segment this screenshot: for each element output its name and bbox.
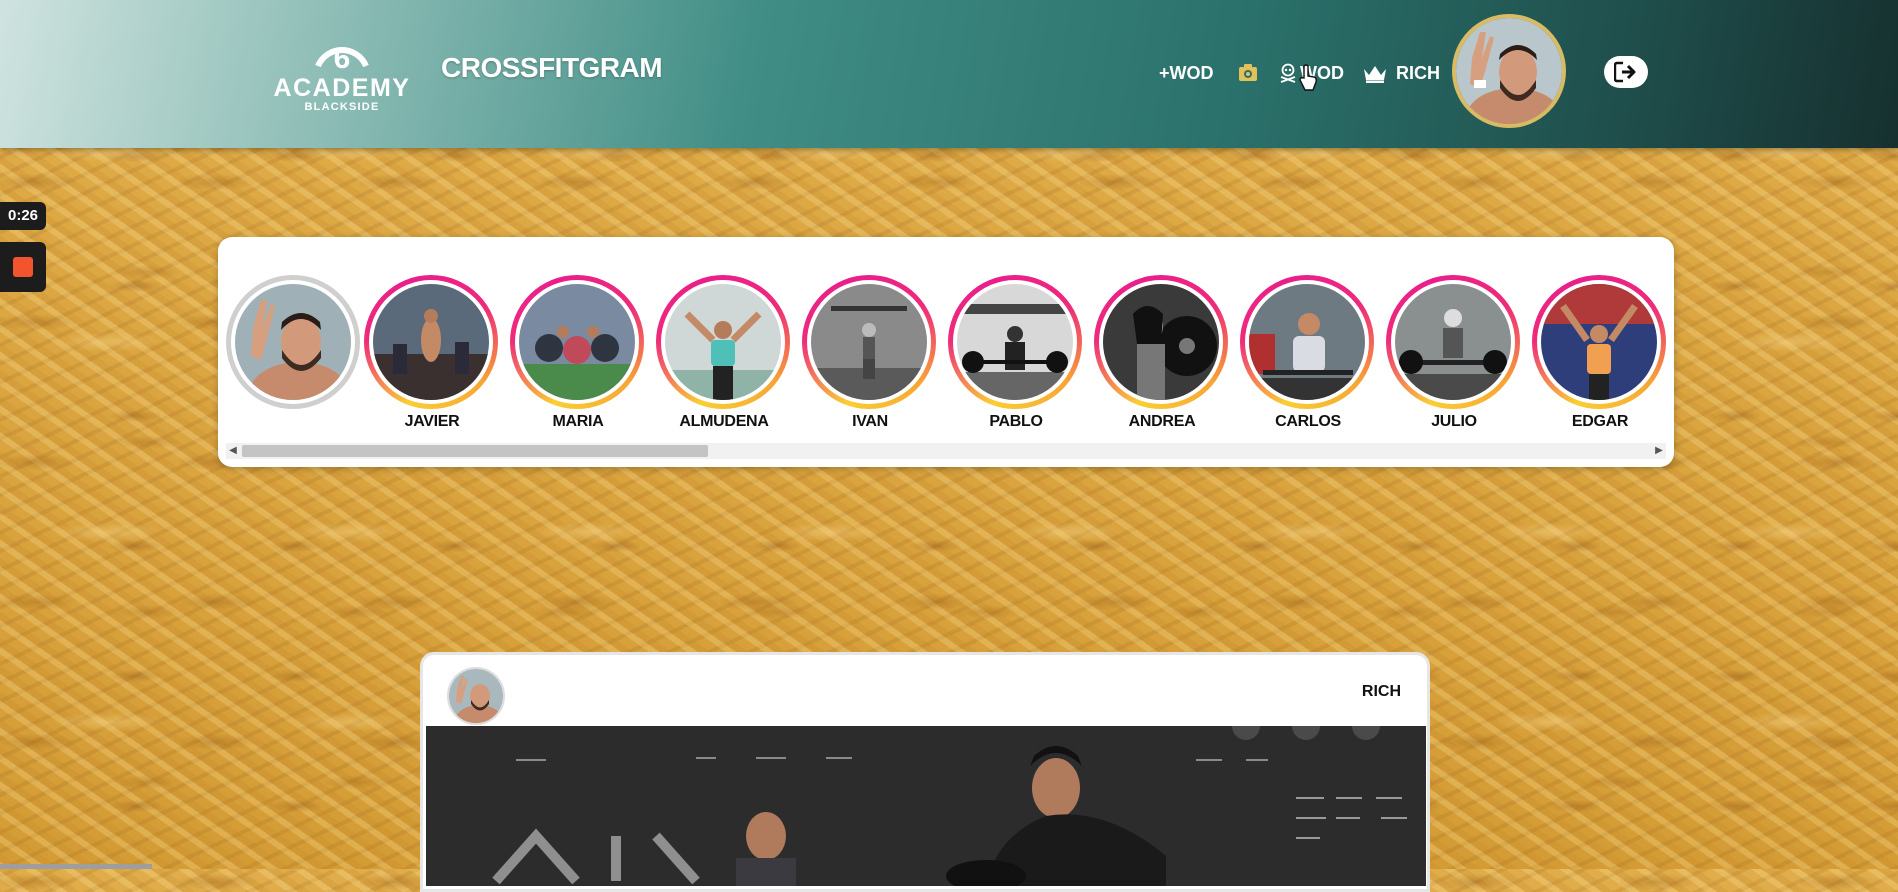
story-ring	[1094, 275, 1228, 409]
logo-main-text: ACADEMY	[273, 74, 411, 102]
recording-timer: 0:26	[0, 202, 46, 230]
story-ring	[364, 275, 498, 409]
svg-text:6: 6	[334, 42, 351, 74]
post-photo	[426, 712, 1426, 889]
story-label: JAVIER	[404, 413, 460, 430]
story-ring	[948, 275, 1082, 409]
story-ring	[1386, 275, 1520, 409]
logout-button[interactable]	[1604, 56, 1648, 88]
mouse-cursor-icon	[1299, 64, 1317, 91]
bottom-progress-strip	[0, 864, 152, 869]
avatar	[1249, 284, 1365, 400]
post-image[interactable]	[426, 712, 1426, 889]
story-ring	[510, 275, 644, 409]
story-ring	[802, 275, 936, 409]
story-item-maria[interactable]: MARIA	[510, 275, 646, 431]
profile-avatar[interactable]	[1452, 14, 1566, 128]
story-item-julio[interactable]: JULIO	[1386, 275, 1522, 431]
stories-carousel[interactable]: JAVIER MARIA ALMUDENA IVAN PABLO ANDREA	[218, 237, 1674, 467]
nav-add-wod[interactable]: +WOD	[1159, 60, 1214, 86]
avatar	[1541, 284, 1657, 400]
academy-logo[interactable]: 6 ACADEMY BLACKSIDE	[262, 28, 422, 124]
avatar	[811, 284, 927, 400]
nav-camera[interactable]	[1238, 60, 1258, 86]
avatar	[1103, 284, 1219, 400]
story-ring	[656, 275, 790, 409]
story-label: CARLOS	[1275, 413, 1341, 430]
logo-sub-text: BLACKSIDE	[304, 101, 380, 113]
nav-rich[interactable]: RICH	[1362, 60, 1440, 86]
avatar	[957, 284, 1073, 400]
story-item-carlos[interactable]: CARLOS	[1240, 275, 1376, 431]
camera-icon	[1239, 64, 1257, 81]
avatar	[1395, 284, 1511, 400]
brand-title[interactable]: CROSSFITGRAM	[441, 52, 663, 84]
avatar	[519, 284, 635, 400]
story-ring	[1532, 275, 1666, 409]
nav-add-wod-label: +WOD	[1159, 62, 1214, 83]
story-label: MARIA	[552, 413, 604, 430]
story-item-almudena[interactable]: ALMUDENA	[656, 275, 792, 431]
stories-scrollbar[interactable]: ◀ ▶	[226, 443, 1666, 459]
post-card: RICH	[420, 652, 1430, 892]
stop-icon	[13, 257, 33, 277]
story-item-ivan[interactable]: IVAN	[802, 275, 938, 431]
post-author-name[interactable]: RICH	[1362, 683, 1401, 701]
story-label: PABLO	[989, 413, 1043, 430]
scroll-right-icon[interactable]: ▶	[1652, 444, 1666, 458]
story-label: IVAN	[852, 413, 888, 430]
stop-recording-button[interactable]	[0, 242, 46, 292]
post-author-avatar[interactable]	[447, 667, 505, 725]
top-header: 6 ACADEMY BLACKSIDE CROSSFITGRAM +WOD WO…	[0, 0, 1898, 148]
logout-icon	[1614, 61, 1636, 83]
story-item-own[interactable]	[226, 275, 362, 413]
skull-icon	[1280, 63, 1296, 83]
avatar	[665, 284, 781, 400]
nav-rich-label: RICH	[1396, 62, 1440, 83]
story-item-andrea[interactable]: ANDREA	[1094, 275, 1230, 431]
story-label: JULIO	[1431, 413, 1477, 430]
crown-icon	[1364, 66, 1386, 83]
story-item-javier[interactable]: JAVIER	[364, 275, 500, 431]
story-label: EDGAR	[1571, 413, 1629, 430]
logo-six-icon: 6	[315, 42, 369, 75]
story-label: ALMUDENA	[679, 413, 769, 430]
scrollbar-thumb[interactable]	[242, 445, 708, 457]
avatar	[373, 284, 489, 400]
story-label: ANDREA	[1128, 413, 1196, 430]
profile-photo	[1456, 18, 1562, 124]
story-ring	[1240, 275, 1374, 409]
scroll-left-icon[interactable]: ◀	[226, 444, 240, 458]
avatar	[235, 284, 351, 400]
story-item-edgar[interactable]: EDGAR	[1532, 275, 1668, 431]
story-item-pablo[interactable]: PABLO	[948, 275, 1084, 431]
story-ring	[226, 275, 360, 409]
